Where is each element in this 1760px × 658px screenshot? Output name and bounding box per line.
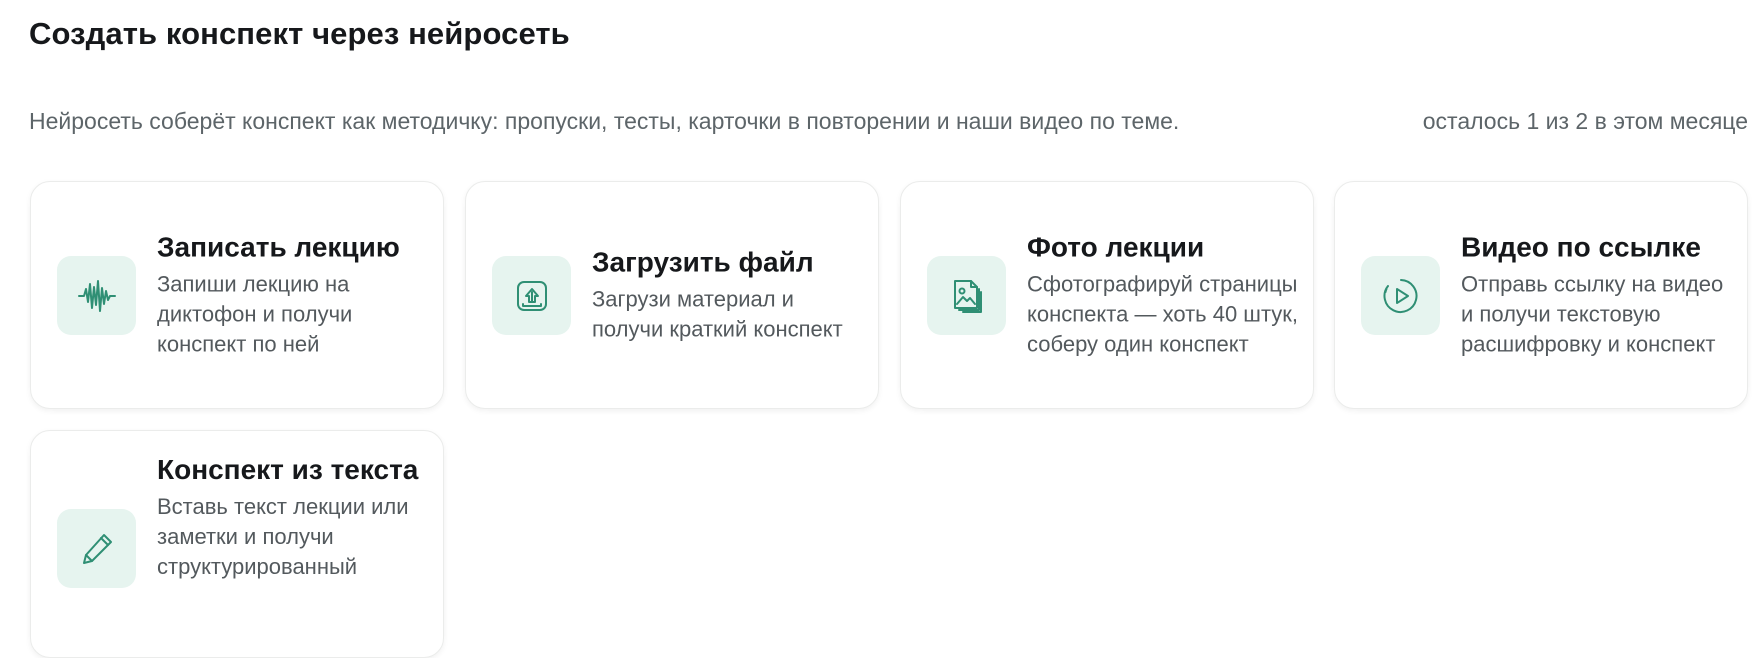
card-title: Конспект из текста [157, 454, 419, 485]
play-circle-icon [1361, 256, 1440, 335]
card-description: Отправь ссылку на видео и получи текстов… [1461, 271, 1724, 357]
upload-file-icon [492, 256, 571, 335]
pencil-icon [57, 509, 136, 588]
quota-counter: осталось 1 из 2 в этом месяце [1422, 108, 1748, 134]
card-title: Фото лекции [1027, 231, 1205, 263]
audio-waveform-icon [57, 256, 136, 335]
card-description: Сфотографируй страницы конспекта — хоть … [1027, 271, 1299, 357]
card-title: Видео по ссылке [1461, 231, 1701, 263]
card-title: Загрузить файл [592, 246, 814, 278]
video-link-card[interactable]: Видео по ссылке Отправь ссылку на видео … [1334, 181, 1748, 409]
text-notes-card[interactable]: Конспект из текста Вставь текст лекции и… [30, 430, 444, 658]
card-description: Запиши лекцию на диктофон и получи консп… [157, 271, 353, 357]
card-description: Загрузи материал и получи краткий конспе… [592, 286, 843, 342]
photo-pages-icon [927, 256, 1006, 335]
page-subtitle: Нейросеть соберёт конспект как методичку… [29, 108, 1180, 134]
card-title: Записать лекцию [157, 231, 400, 263]
page-title: Создать конспект через нейросеть [29, 16, 570, 51]
upload-file-card[interactable]: Загрузить файл Загрузи материал и получи… [465, 181, 879, 409]
card-description: Вставь текст лекции или заметки и получи… [157, 494, 409, 579]
record-lecture-card[interactable]: Записать лекцию Запиши лекцию на диктофо… [30, 181, 444, 409]
photo-lecture-card[interactable]: Фото лекции Сфотографируй страницы консп… [900, 181, 1314, 409]
